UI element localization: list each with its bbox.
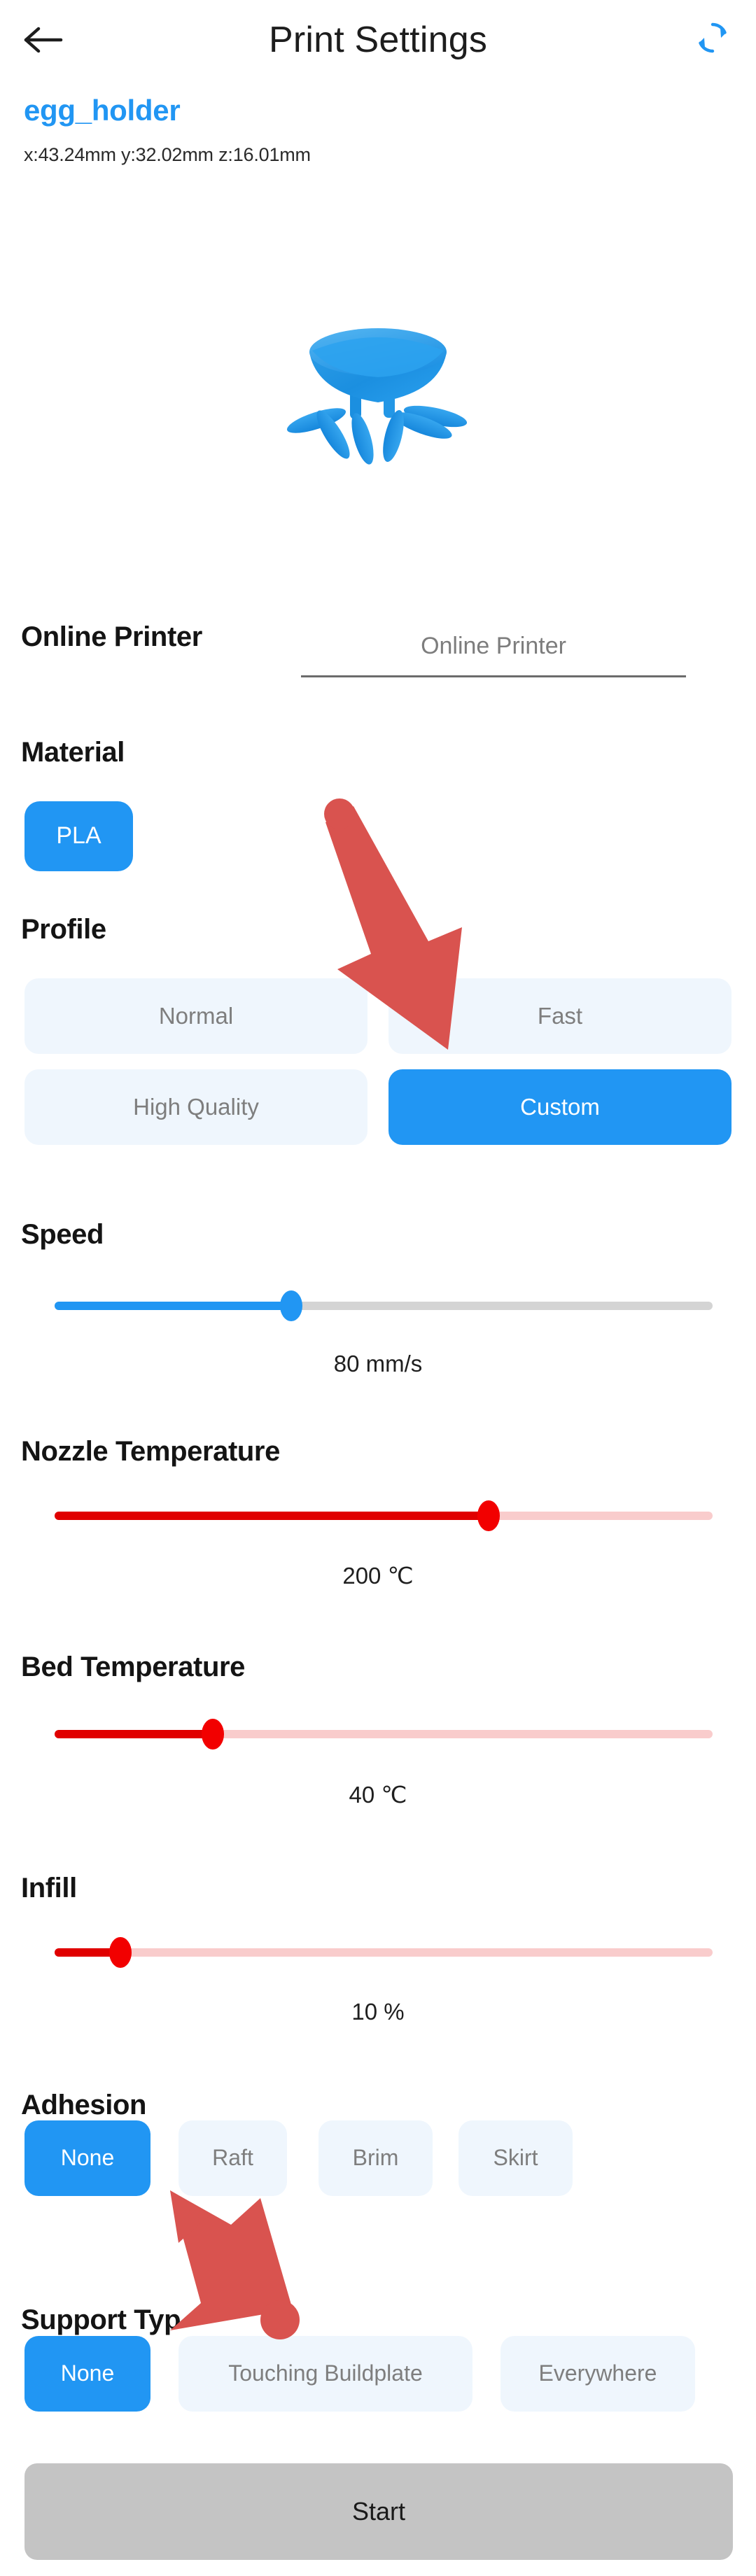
infill-slider[interactable] bbox=[55, 1937, 713, 1968]
file-name[interactable]: egg_holder bbox=[24, 94, 181, 127]
speed-slider-fill bbox=[55, 1302, 292, 1310]
support-type-label: Support Typ bbox=[21, 2304, 181, 2335]
adhesion-option-none[interactable]: None bbox=[24, 2120, 150, 2196]
nozzle-temperature-slider-fill bbox=[55, 1512, 489, 1520]
refresh-icon bbox=[694, 19, 732, 60]
refresh-button[interactable] bbox=[685, 12, 741, 66]
nozzle-temperature-value: 200 ℃ bbox=[342, 1563, 414, 1589]
bed-temperature-slider[interactable] bbox=[55, 1719, 713, 1750]
bed-temperature-slider-fill bbox=[55, 1730, 213, 1738]
model-preview[interactable] bbox=[0, 210, 756, 574]
nozzle-temperature-slider-thumb[interactable] bbox=[477, 1500, 500, 1531]
profile-option-high-quality[interactable]: High Quality bbox=[24, 1069, 368, 1145]
speed-slider-thumb[interactable] bbox=[280, 1290, 303, 1321]
egg-holder-3d-model-icon bbox=[273, 310, 483, 474]
start-button[interactable]: Start bbox=[24, 2463, 733, 2560]
profile-option-custom[interactable]: Custom bbox=[388, 1069, 732, 1145]
infill-slider-thumb[interactable] bbox=[109, 1937, 132, 1968]
print-settings-screen: Print Settings egg_holder x:43.24mm y:32… bbox=[0, 0, 756, 2576]
bed-temperature-label: Bed Temperature bbox=[21, 1652, 246, 1682]
adhesion-option-brim[interactable]: Brim bbox=[318, 2120, 433, 2196]
online-printer-label: Online Printer bbox=[21, 621, 202, 652]
adhesion-option-skirt[interactable]: Skirt bbox=[458, 2120, 573, 2196]
profile-option-fast[interactable]: Fast bbox=[388, 978, 732, 1054]
nozzle-temperature-label: Nozzle Temperature bbox=[21, 1436, 280, 1467]
material-label: Material bbox=[21, 737, 125, 768]
file-dimensions: x:43.24mm y:32.02mm z:16.01mm bbox=[24, 144, 311, 165]
material-option-pla[interactable]: PLA bbox=[24, 801, 133, 871]
speed-label: Speed bbox=[21, 1219, 104, 1250]
bed-temperature-value: 40 ℃ bbox=[349, 1782, 407, 1808]
app-bar: Print Settings bbox=[0, 0, 756, 78]
infill-label: Infill bbox=[21, 1873, 77, 1903]
profile-label: Profile bbox=[21, 914, 106, 945]
support-type-option-none[interactable]: None bbox=[24, 2336, 150, 2412]
arrow-to-adhesion-none-icon bbox=[170, 2190, 300, 2339]
profile-option-normal[interactable]: Normal bbox=[24, 978, 368, 1054]
bed-temperature-slider-thumb[interactable] bbox=[201, 1719, 224, 1750]
support-type-option-touching-buildplate[interactable]: Touching Buildplate bbox=[178, 2336, 472, 2412]
speed-value: 80 mm/s bbox=[333, 1351, 423, 1377]
online-printer-input[interactable]: Online Printer bbox=[301, 630, 686, 677]
online-printer-placeholder: Online Printer bbox=[421, 633, 566, 659]
adhesion-option-raft[interactable]: Raft bbox=[178, 2120, 287, 2196]
infill-slider-track bbox=[55, 1948, 713, 1957]
page-title: Print Settings bbox=[268, 20, 488, 60]
speed-slider[interactable] bbox=[55, 1290, 713, 1321]
adhesion-label: Adhesion bbox=[21, 2090, 147, 2120]
nozzle-temperature-slider[interactable] bbox=[55, 1500, 713, 1531]
infill-value: 10 % bbox=[351, 1999, 405, 2025]
support-type-option-everywhere[interactable]: Everywhere bbox=[500, 2336, 695, 2412]
